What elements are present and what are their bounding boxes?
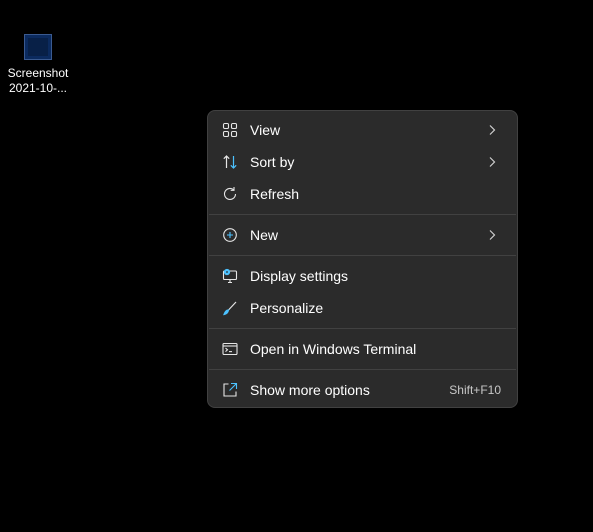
brush-icon [222,300,238,316]
menu-item-refresh[interactable]: Refresh [212,179,513,209]
terminal-icon [222,341,238,357]
menu-item-label: Sort by [250,154,295,170]
menu-item-label: View [250,122,281,138]
menu-item-label: Personalize [250,300,324,316]
menu-item-label: Refresh [250,186,300,202]
grid-icon [222,122,238,138]
chevron-right-icon [485,123,499,137]
open-external-icon [222,382,238,398]
plus-circle-icon [222,227,238,243]
menu-separator [209,328,516,329]
menu-item-sort-by[interactable]: Sort by [212,147,513,177]
menu-item-label: Open in Windows Terminal [250,341,417,357]
chevron-right-icon [485,228,499,242]
menu-item-personalize[interactable]: Personalize [212,293,513,323]
refresh-icon [222,186,238,202]
menu-item-view[interactable]: View [212,115,513,145]
menu-item-show-more-options[interactable]: Show more options Shift+F10 [212,375,513,405]
desktop-file-label: Screenshot 2021-10-... [7,66,69,95]
keyboard-shortcut: Shift+F10 [449,383,501,397]
desktop-context-menu: View Sort by Refresh New Display setting… [207,110,518,408]
menu-separator [209,255,516,256]
menu-item-label: Display settings [250,268,349,284]
menu-item-new[interactable]: New [212,220,513,250]
desktop-file-screenshot[interactable]: Screenshot 2021-10-... [4,34,72,96]
menu-item-display-settings[interactable]: Display settings [212,261,513,291]
menu-item-label: Show more options [250,382,370,398]
menu-separator [209,214,516,215]
sort-icon [222,154,238,170]
display-settings-icon [222,268,238,284]
menu-item-open-in-windows-terminal[interactable]: Open in Windows Terminal [212,334,513,364]
chevron-right-icon [485,155,499,169]
menu-separator [209,369,516,370]
menu-item-label: New [250,227,279,243]
image-file-icon [24,34,52,60]
